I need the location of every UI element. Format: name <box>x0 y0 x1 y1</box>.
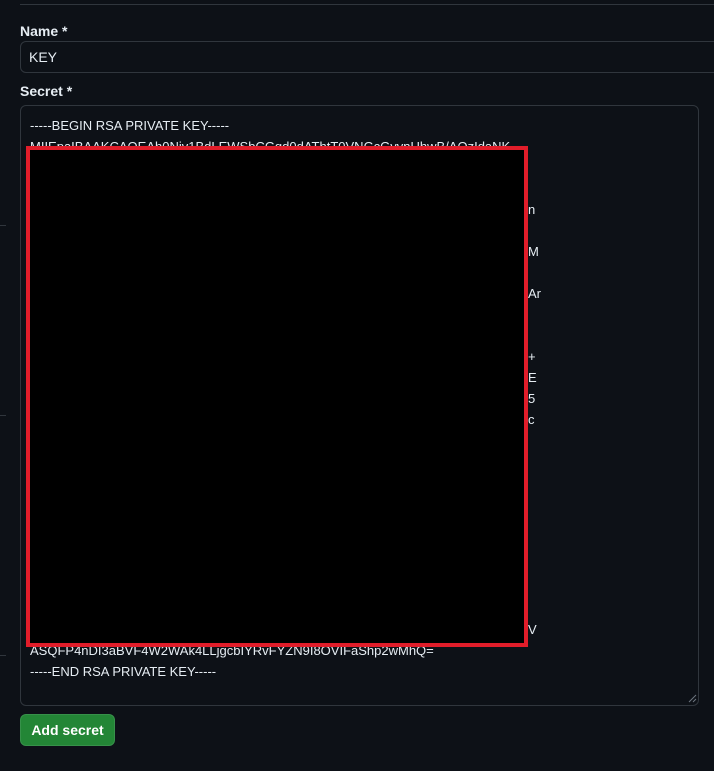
secret-edge-fragment: E <box>528 370 537 385</box>
secret-edge-fragment: V <box>528 622 537 637</box>
left-divider-tick <box>0 225 6 226</box>
secret-edge-fragment: M <box>528 244 539 259</box>
secret-edge-fragment: n <box>528 202 536 217</box>
secret-line-begin: -----BEGIN RSA PRIVATE KEY----- <box>30 118 230 133</box>
secret-edge-fragment: c <box>528 412 535 427</box>
secret-edge-fragment: + <box>528 349 536 364</box>
redaction-box <box>26 146 528 647</box>
resize-handle-icon[interactable] <box>688 694 697 703</box>
secret-edge-fragment: Ar <box>528 286 541 301</box>
secret-label: Secret * <box>20 83 73 99</box>
secret-edge-fragment: 5 <box>528 391 536 406</box>
left-divider-tick <box>0 655 6 656</box>
top-divider <box>20 4 714 5</box>
secret-line-end: -----END RSA PRIVATE KEY----- <box>30 664 217 679</box>
left-divider-tick <box>0 415 6 416</box>
name-input[interactable] <box>20 41 714 73</box>
name-label: Name * <box>20 23 68 39</box>
add-secret-button[interactable]: Add secret <box>20 714 115 746</box>
